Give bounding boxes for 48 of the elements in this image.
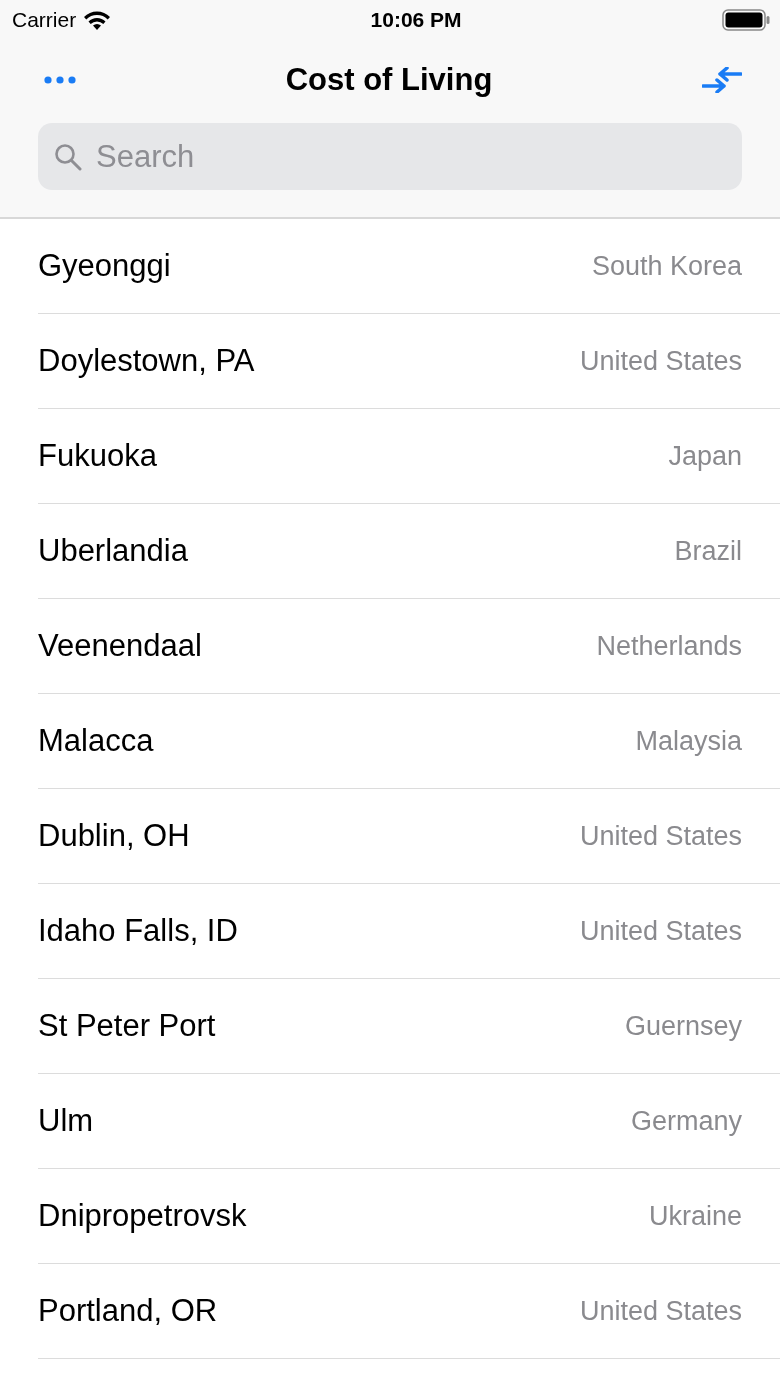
country-name: United States — [579, 820, 742, 852]
country-name: United States — [579, 915, 742, 947]
battery-icon — [722, 9, 770, 31]
city-name: Idaho Falls, ID — [38, 913, 238, 949]
search-bar[interactable]: Search — [38, 123, 742, 190]
country-name: United States — [579, 1295, 742, 1327]
country-name: Netherlands — [596, 630, 742, 662]
city-name: St Peter Port — [38, 1008, 216, 1044]
carrier-label: Carrier — [12, 8, 77, 32]
city-row[interactable]: Veenendaal Netherlands — [38, 599, 780, 694]
city-row[interactable]: Ulm Germany — [38, 1074, 780, 1169]
city-row[interactable]: St Peter Port Guernsey — [38, 979, 780, 1074]
city-row[interactable]: Dublin, OH United States — [38, 789, 780, 884]
wifi-icon — [84, 10, 111, 30]
city-name: Veenendaal — [38, 628, 202, 664]
compare-button[interactable] — [702, 67, 742, 93]
ellipsis-icon — [44, 76, 76, 84]
city-name: Doylestown, PA — [38, 343, 255, 379]
city-name: Fukuoka — [38, 438, 157, 474]
country-name: United States — [579, 345, 742, 377]
city-name: Dnipropetrovsk — [38, 1198, 247, 1234]
opposing-arrows-icon — [702, 67, 742, 93]
more-button[interactable] — [44, 76, 76, 84]
city-name: Portland, OR — [38, 1293, 218, 1329]
city-name: Uberlandia — [38, 533, 188, 569]
country-name: Brazil — [674, 535, 742, 567]
city-name: Malacca — [38, 723, 154, 759]
city-row[interactable]: Malacca Malaysia — [38, 694, 780, 789]
city-row[interactable]: Portland, OR United States — [38, 1264, 780, 1359]
country-name: South Korea — [591, 250, 742, 282]
country-name: Japan — [668, 440, 742, 472]
country-name: Malaysia — [635, 725, 742, 757]
city-row[interactable]: Uberlandia Brazil — [38, 504, 780, 599]
search-field[interactable]: Search — [94, 137, 726, 176]
country-name: Guernsey — [624, 1010, 742, 1042]
country-name: Ukraine — [648, 1200, 742, 1232]
city-name: Gyeonggi — [38, 248, 171, 284]
city-row[interactable]: Fukuoka Japan — [38, 409, 780, 504]
city-name: Dublin, OH — [38, 818, 190, 854]
screen-title: Cost of Living — [285, 62, 493, 98]
country-name: Germany — [630, 1105, 742, 1137]
search-icon — [54, 142, 82, 171]
city-row[interactable]: Dnipropetrovsk Ukraine — [38, 1169, 780, 1264]
city-row[interactable]: Idaho Falls, ID United States — [38, 884, 780, 979]
clock-label: 10:06 PM — [370, 8, 462, 32]
city-row[interactable]: Gyeonggi South Korea — [38, 219, 780, 314]
city-name: Ulm — [38, 1103, 94, 1139]
city-row[interactable]: Doylestown, PA United States — [38, 314, 780, 409]
